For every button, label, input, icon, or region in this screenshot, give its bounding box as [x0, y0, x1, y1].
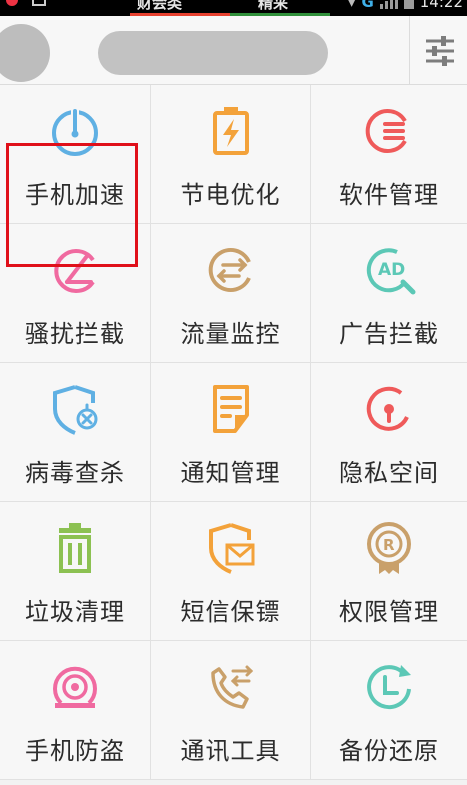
grid-row: 手机加速 节电优化 软件管理	[0, 85, 467, 224]
settings-button[interactable]	[409, 16, 467, 84]
avatar[interactable]	[0, 24, 50, 82]
app-header	[0, 16, 467, 85]
status-title: 财会类	[137, 0, 183, 12]
image-notification-icon	[32, 0, 46, 6]
permission-badge-icon: R	[367, 522, 411, 574]
tile-junk-clean[interactable]: 垃圾清理	[0, 502, 151, 640]
grid-row: 垃圾清理 短信保镖 R 权限管理	[0, 502, 467, 641]
privacy-keyhole-icon	[366, 386, 409, 431]
sliders-icon	[426, 36, 454, 66]
tile-label: 备份还原	[339, 737, 439, 765]
tile-ad-block[interactable]: AD 广告拦截	[311, 224, 467, 362]
tile-label: 手机加速	[25, 181, 125, 209]
battery-bolt-icon	[212, 107, 249, 155]
tile-communication-tools[interactable]: 通讯工具	[151, 641, 311, 779]
tile-label: 节电优化	[180, 181, 281, 209]
backup-clock-icon	[367, 665, 411, 710]
tile-label: 流量监控	[180, 320, 281, 348]
tile-label: 权限管理	[339, 598, 439, 626]
wifi-icon: ▾	[347, 0, 356, 11]
ad-search-icon: AD	[366, 248, 416, 295]
tile-power-saving[interactable]: 节电优化	[151, 85, 311, 223]
grid-row: 手机防盗 通讯工具 备份还原	[0, 641, 467, 780]
battery-icon	[403, 0, 414, 9]
tile-label: 手机防盗	[25, 737, 125, 765]
tile-label: 通知管理	[180, 459, 281, 487]
notification-doc-icon	[212, 385, 249, 433]
tile-app-manager[interactable]: 软件管理	[311, 85, 467, 223]
tile-label: 骚扰拦截	[25, 320, 125, 348]
sms-shield-icon	[208, 523, 254, 574]
tile-label: 短信保镖	[180, 598, 281, 626]
speedometer-icon	[52, 107, 98, 156]
signal-icon	[379, 0, 398, 9]
tile-label: 软件管理	[339, 181, 439, 209]
tile-permission-manager[interactable]: R 权限管理	[311, 502, 467, 640]
search-bar[interactable]	[98, 31, 328, 75]
notification-app-icon	[6, 0, 18, 6]
tile-backup-restore[interactable]: 备份还原	[311, 641, 467, 779]
anti-theft-icon	[53, 666, 97, 708]
tile-label: 垃圾清理	[25, 598, 125, 626]
apps-list-icon	[365, 109, 407, 153]
tile-harassment-block[interactable]: 骚扰拦截	[0, 224, 151, 362]
tile-sms-guard[interactable]: 短信保镖	[151, 502, 311, 640]
tile-label: 广告拦截	[339, 320, 439, 348]
feature-grid: 手机加速 节电优化 软件管理 骚扰拦截 流量监控 AD 广告拦截 病毒查杀 通知…	[0, 85, 467, 780]
grid-row: 骚扰拦截 流量监控 AD 广告拦截	[0, 224, 467, 363]
tile-virus-scan[interactable]: 病毒查杀	[0, 363, 151, 501]
block-icon	[54, 249, 95, 293]
tile-traffic-monitor[interactable]: 流量监控	[151, 224, 311, 362]
status-bar: 财会类 精采 ▾ G 14:22	[0, 0, 467, 16]
status-tab: 精采	[258, 0, 289, 12]
data-flow-icon	[208, 248, 251, 292]
tile-anti-theft[interactable]: 手机防盗	[0, 641, 151, 779]
tile-phone-speedup[interactable]: 手机加速	[0, 85, 151, 223]
network-type: G	[361, 0, 374, 11]
call-tools-icon	[210, 665, 253, 709]
svg-text:R: R	[383, 536, 395, 554]
trash-icon	[59, 523, 91, 573]
grid-row: 病毒查杀 通知管理 隐私空间	[0, 363, 467, 502]
svg-text:AD: AD	[378, 260, 405, 280]
status-time: 14:22	[419, 0, 463, 11]
tile-notification-manager[interactable]: 通知管理	[151, 363, 311, 501]
tile-label: 通讯工具	[180, 737, 281, 765]
tile-privacy-space[interactable]: 隐私空间	[311, 363, 467, 501]
tile-label: 病毒查杀	[25, 459, 125, 487]
shield-virus-icon	[53, 385, 98, 435]
tile-label: 隐私空间	[339, 459, 439, 487]
